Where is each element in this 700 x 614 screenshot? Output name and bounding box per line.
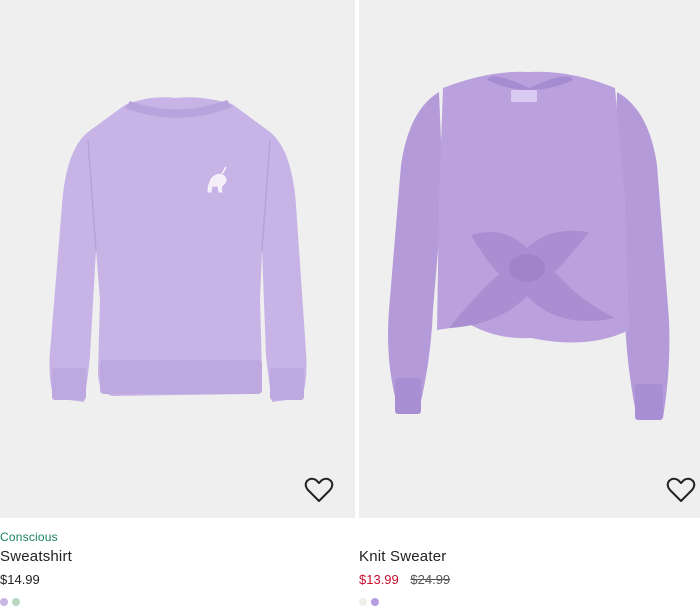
product-image-sweatshirt[interactable] xyxy=(0,0,355,518)
heart-outline-icon xyxy=(304,477,334,502)
product-grid: Conscious Sweatshirt $14.99 Knit Sweater… xyxy=(0,0,700,614)
product-name[interactable]: Sweatshirt xyxy=(0,548,72,565)
heart-outline-icon xyxy=(666,477,696,502)
sale-price: $13.99 xyxy=(359,572,399,587)
swatch-lilac[interactable] xyxy=(0,598,8,606)
conscious-tag: Conscious xyxy=(0,530,58,544)
color-swatches xyxy=(0,598,20,606)
swatch-lilac[interactable] xyxy=(371,598,379,606)
product-card-sweatshirt[interactable]: Conscious Sweatshirt $14.99 xyxy=(0,0,355,606)
product-name[interactable]: Knit Sweater xyxy=(359,548,446,565)
favorite-button[interactable] xyxy=(664,473,698,507)
current-price: $14.99 xyxy=(0,572,40,587)
product-image-knit-sweater[interactable] xyxy=(359,0,700,518)
color-swatches xyxy=(359,598,379,606)
product-price: $13.99 $24.99 xyxy=(359,572,450,587)
original-price: $24.99 xyxy=(410,572,451,587)
favorite-button[interactable] xyxy=(302,473,336,507)
sweatshirt-illustration xyxy=(49,97,307,402)
knit-sweater-illustration xyxy=(388,71,670,420)
swatch-cream[interactable] xyxy=(359,598,367,606)
product-price: $14.99 xyxy=(0,572,40,587)
swatch-mint[interactable] xyxy=(12,598,20,606)
product-card-knit-sweater[interactable]: Knit Sweater $13.99 $24.99 xyxy=(359,0,700,606)
